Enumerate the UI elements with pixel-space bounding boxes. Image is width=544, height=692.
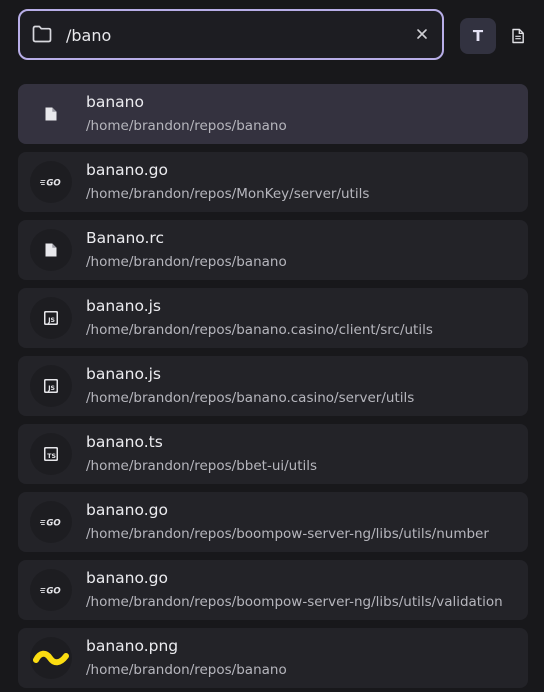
result-name: Banano.rc xyxy=(86,229,164,247)
go-icon: GO xyxy=(30,161,72,203)
ts-icon: TS xyxy=(30,433,72,475)
search-box[interactable] xyxy=(18,9,444,60)
result-name: banano.png xyxy=(86,637,179,655)
result-item[interactable]: GO banano.go/home/brandon/repos/boompow-s… xyxy=(18,492,528,552)
result-item[interactable]: JS banano.js/home/brandon/repos/banano.ca… xyxy=(18,356,528,416)
close-icon[interactable] xyxy=(414,26,430,42)
result-path: /home/brandon/repos/banano xyxy=(86,662,287,678)
result-path: /home/brandon/repos/banano xyxy=(86,118,287,134)
banano-logo-icon xyxy=(30,637,72,679)
result-item[interactable]: banano/home/brandon/repos/banano xyxy=(18,84,528,144)
go-icon: GO xyxy=(30,501,72,543)
result-path: /home/brandon/repos/MonKey/server/utils xyxy=(86,186,370,202)
js-icon: JS xyxy=(30,297,72,339)
result-path: /home/brandon/repos/banano xyxy=(86,254,287,270)
icon-badge-label: JS xyxy=(47,317,55,324)
js-icon: JS xyxy=(30,365,72,407)
file-icon xyxy=(30,229,72,271)
results-list: banano/home/brandon/repos/banano GO banano… xyxy=(18,84,528,692)
result-path: /home/brandon/repos/banano.casino/client… xyxy=(86,322,433,338)
icon-badge-label: GO xyxy=(46,179,60,188)
icon-badge-label: GO xyxy=(46,519,60,528)
text-mode-button[interactable]: T xyxy=(460,18,496,54)
result-item[interactable]: GO banano.go/home/brandon/repos/MonKey/se… xyxy=(18,152,528,212)
result-path: /home/brandon/repos/boompow-server-ng/li… xyxy=(86,594,503,610)
result-name: banano xyxy=(86,93,144,111)
icon-badge-label: TS xyxy=(47,453,56,460)
document-icon xyxy=(512,28,524,44)
icon-badge-label: JS xyxy=(47,385,55,392)
file-mode-button[interactable] xyxy=(500,18,536,54)
result-name: banano.go xyxy=(86,161,168,179)
text-mode-label: T xyxy=(472,27,484,45)
result-item[interactable]: JS banano.js/home/brandon/repos/banano.ca… xyxy=(18,288,528,348)
folder-icon xyxy=(32,25,52,43)
result-name: banano.go xyxy=(86,501,168,519)
file-icon xyxy=(30,93,72,135)
result-item[interactable]: Banano.rc/home/brandon/repos/banano xyxy=(18,220,528,280)
result-name: banano.js xyxy=(86,297,162,315)
result-item[interactable]: TS banano.ts/home/brandon/repos/bbet-ui/u… xyxy=(18,424,528,484)
result-item[interactable]: GO banano.go/home/brandon/repos/boompow-s… xyxy=(18,560,528,620)
result-item[interactable]: banano.png/home/brandon/repos/banano xyxy=(18,628,528,688)
search-input[interactable] xyxy=(66,19,396,51)
go-icon: GO xyxy=(30,569,72,611)
icon-badge-label: GO xyxy=(46,587,60,596)
result-path: /home/brandon/repos/bbet-ui/utils xyxy=(86,458,318,474)
result-path: /home/brandon/repos/banano.casino/server… xyxy=(86,390,415,406)
file-search-panel: T banano/home/brandon/repos/bananoGObana… xyxy=(0,0,544,692)
result-name: banano.js xyxy=(86,365,162,383)
result-name: banano.go xyxy=(86,569,168,587)
result-path: /home/brandon/repos/boompow-server-ng/li… xyxy=(86,526,489,542)
result-name: banano.ts xyxy=(86,433,163,451)
